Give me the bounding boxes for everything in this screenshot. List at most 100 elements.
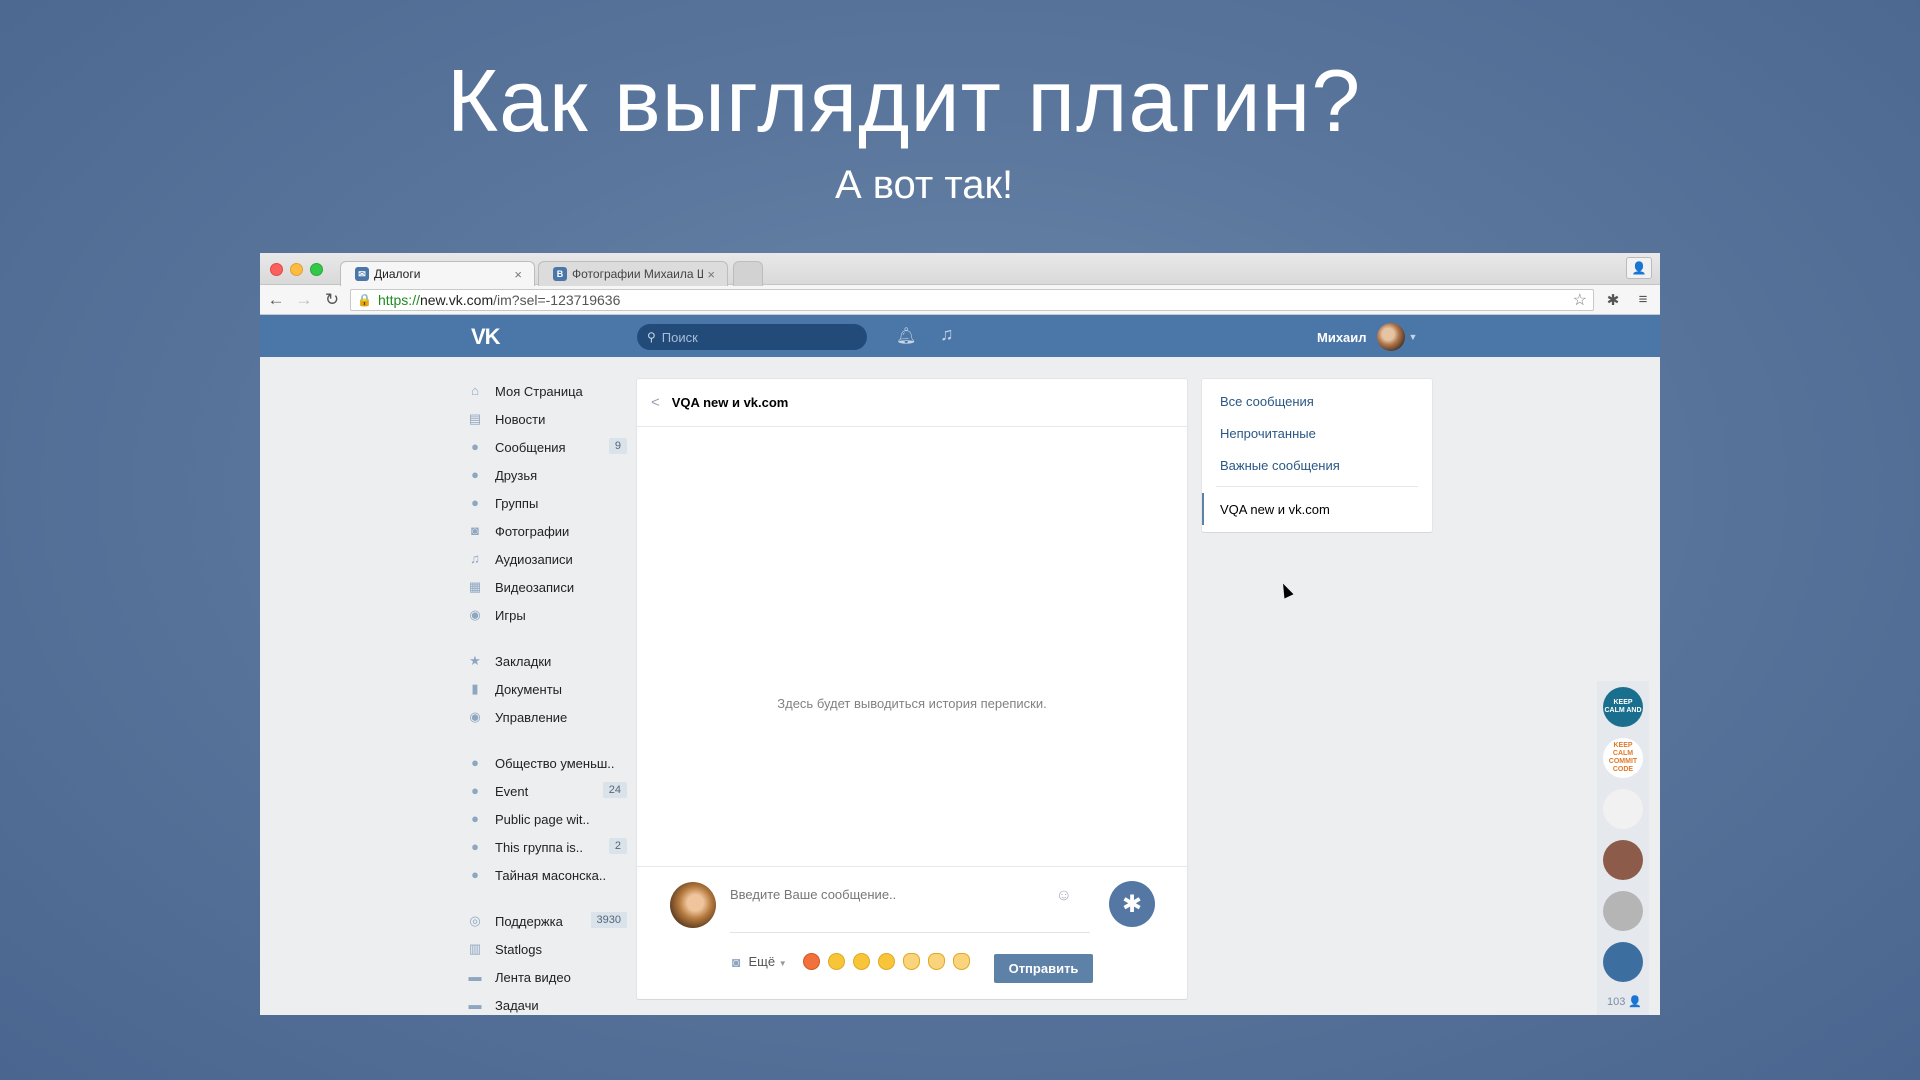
sidebar-item-label: Тайная масонска.. [495,867,607,883]
profile-icon[interactable]: 👤 [1626,257,1652,279]
chat-avatar[interactable]: KEEP CALM AND [1603,687,1643,727]
chat-rail: 103 👤 KEEP CALM AND KEEP CALM COMMIT CODE [1597,681,1649,1015]
message-filter-menu: Все сообщения Непрочитанные Важные сообщ… [1202,379,1432,532]
sidebar-item[interactable]: ● Группы [467,489,627,517]
bell-icon[interactable]: 🔔︎ [896,326,916,346]
smile-emoji-icon[interactable] [852,953,870,970]
user-menu[interactable]: Михаил ▼ [1317,323,1417,351]
vk-header: VK ⚲ Поиск 🔔︎ ♫ Михаил ▼ [260,315,1660,357]
menu-divider [1216,486,1418,487]
sidebar-item[interactable]: ▮ Документы [467,675,627,703]
gamepad-icon: ◉ [469,607,481,622]
filter-all-messages[interactable]: Все сообщения [1202,385,1432,417]
groups-icon: ● [471,811,479,826]
tab-label: Фотографии Михаила Ше [572,267,704,281]
close-tab-icon[interactable]: × [707,267,715,282]
search-icon: ⚲ [647,330,656,344]
sidebar-item[interactable]: ◎ Поддержка 3930 [467,907,627,935]
send-button[interactable]: Отправить [994,954,1093,983]
sidebar-item[interactable]: ● Event 24 [467,777,627,805]
message-input[interactable]: Введите Ваше сообщение.. [730,887,1090,933]
sidebar-item-label: Сообщения [495,439,566,455]
filter-current-chat[interactable]: VQA new и vk.com [1202,493,1432,525]
sidebar-item[interactable]: ▬ Лента видео [467,963,627,991]
bookmark-star-icon[interactable]: ☆ [1573,290,1587,310]
filter-important[interactable]: Важные сообщения [1202,449,1432,481]
thumbs-up-emoji-icon[interactable] [927,953,945,970]
maximize-window-button[interactable] [310,263,323,276]
sidebar-item[interactable]: ● Общество уменьш.. [467,749,627,777]
online-count: 103 👤 [1607,996,1643,1008]
reload-icon[interactable]: ↻ [322,290,342,310]
counter-badge: 3930 [590,912,627,928]
filter-unread[interactable]: Непрочитанные [1202,417,1432,449]
new-tab-button[interactable] [733,261,763,286]
chat-avatar[interactable] [1603,891,1643,931]
sidebar-item[interactable]: ◉ Игры [467,601,627,629]
sidebar-item-label: Моя Страница [495,383,583,399]
forward-arrow-icon[interactable]: → [294,290,314,310]
chat-avatar[interactable] [1603,840,1643,880]
back-arrow-icon[interactable]: ← [266,290,286,310]
sidebar-item[interactable]: ● Сообщения 9 [467,433,627,461]
chat-header: < VQA new и vk.com [637,379,1187,427]
chat-avatar[interactable] [1603,789,1643,829]
sidebar-item[interactable]: ⌂ Моя Страница [467,377,627,405]
groups-icon: ● [471,755,479,770]
tab-dialogs[interactable]: ✉ Диалоги × [340,261,535,286]
unamused-emoji-icon[interactable] [827,953,845,970]
slide-subtitle: А вот так! [834,163,1014,207]
sidebar-item[interactable]: ◙ Фотографии [467,517,627,545]
address-bar[interactable]: 🔒 https:// new.vk.com /im?sel=-123719636… [350,288,1594,311]
sidebar-item[interactable]: ▬ Задачи [467,991,627,1015]
video-feed-icon: ▬ [468,969,482,984]
camera-icon: ◙ [471,523,479,538]
vk-logo[interactable]: VK [471,324,501,350]
input-underline [730,932,1090,933]
message-placeholder: Введите Ваше сообщение.. [730,887,897,902]
counter-badge: 9 [608,438,627,454]
url-scheme: https:// [377,291,420,308]
sidebar-item[interactable]: ● Тайная масонска.. [467,861,627,889]
sidebar-item-label: Документы [495,681,563,697]
sidebar-item[interactable]: ▦ Видеозаписи [467,573,627,601]
sidebar-item[interactable]: ● This группа is.. 2 [467,833,627,861]
sidebar-item[interactable]: ▤ Новости [467,405,627,433]
menu-icon[interactable]: ≡ [1632,291,1654,308]
smile-icon[interactable]: ☺ [1056,887,1072,905]
stats-icon: ▥ [468,941,482,956]
sidebar-item-label: Игры [495,607,526,623]
tab-photos[interactable]: B Фотографии Михаила Ше × [538,261,728,286]
sidebar-item[interactable]: ◉ Управление [467,703,627,731]
more-dropdown[interactable]: Ещё ▼ [748,954,786,969]
sidebar-item[interactable]: ♫ Аудиозаписи [467,545,627,573]
search-input[interactable]: ⚲ Поиск [637,324,867,350]
chat-avatar[interactable] [1603,942,1643,982]
ok-hand-emoji-icon[interactable] [902,953,920,970]
music-icon[interactable]: ♫ [940,324,954,345]
camera-icon[interactable]: ◙ [732,954,740,970]
url-path: /im?sel=-123719636 [493,291,621,308]
thumbs-up-emoji-icon[interactable] [952,953,970,970]
heart-eyes-emoji-icon[interactable] [802,953,820,970]
close-window-button[interactable] [270,263,283,276]
chat-avatar[interactable]: KEEP CALM COMMIT CODE [1603,738,1643,778]
bug-extension-icon[interactable]: ✱ [1602,291,1624,309]
tab-label: Диалоги [374,267,421,281]
tongue-emoji-icon[interactable] [877,953,895,970]
film-icon: ▦ [468,579,482,594]
sidebar-item[interactable]: ● Public page wit.. [467,805,627,833]
back-chevron-icon[interactable]: < [651,394,660,411]
sidebar-item[interactable]: ▥ Statlogs [467,935,627,963]
close-tab-icon[interactable]: × [514,267,522,282]
star-icon: ★ [469,653,481,668]
chevron-down-icon: ▼ [1408,332,1418,342]
sidebar-item[interactable]: ★ Закладки [467,647,627,675]
counter-badge: 24 [602,782,627,798]
sidebar-item[interactable]: ● Друзья [467,461,627,489]
groups-icon: ● [471,839,479,854]
vk-messages-icon: ✉ [355,267,369,281]
chat-title: VQA new и vk.com [671,395,789,410]
sidebar-item-label: Поддержка [495,913,563,929]
minimize-window-button[interactable] [290,263,303,276]
